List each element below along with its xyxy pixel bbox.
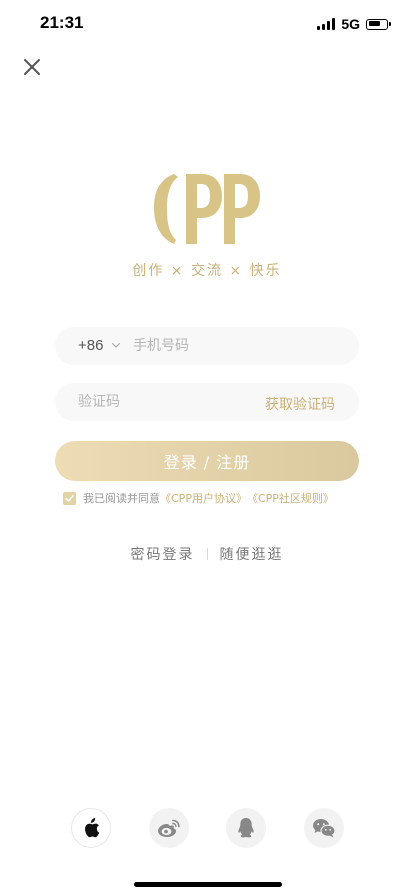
agreement-text: 我已阅读并同意 xyxy=(83,492,160,505)
get-code-button[interactable]: 获取验证码 xyxy=(265,394,335,414)
wechat-icon xyxy=(313,819,336,838)
verification-code-field: 获取验证码 xyxy=(55,383,359,421)
password-login-link[interactable]: 密码登录 xyxy=(131,544,195,564)
weibo-login-button[interactable] xyxy=(149,808,189,848)
divider xyxy=(206,548,208,560)
apple-login-button[interactable] xyxy=(71,808,111,848)
verification-code-input[interactable] xyxy=(78,383,248,421)
login-register-label: 登录 / 注册 xyxy=(163,453,251,472)
check-icon xyxy=(65,494,74,502)
wechat-login-button[interactable] xyxy=(304,808,344,848)
qq-login-button[interactable] xyxy=(226,808,266,848)
signal-icon xyxy=(317,18,336,30)
close-button[interactable] xyxy=(18,53,46,81)
status-time: 21:31 xyxy=(40,13,84,32)
home-indicator xyxy=(134,882,282,887)
network-label: 5G xyxy=(341,16,360,32)
close-icon xyxy=(24,59,40,75)
community-rules-link[interactable]: 《CPP社区规则》 xyxy=(247,490,334,506)
country-code-selector[interactable]: +86 xyxy=(78,337,103,354)
chevron-down-icon[interactable] xyxy=(111,340,121,350)
qq-icon xyxy=(238,818,254,838)
cpp-logo xyxy=(154,174,260,244)
weibo-icon xyxy=(158,819,180,837)
agreement-row: 我已阅读并同意 《CPP用户协议》 《CPP社区规则》 xyxy=(63,490,334,506)
browse-link[interactable]: 随便逛逛 xyxy=(220,544,284,564)
apple-icon xyxy=(85,818,100,838)
agreement-checkbox[interactable] xyxy=(63,491,76,505)
battery-icon xyxy=(366,18,391,30)
alt-actions: 密码登录 随便逛逛 xyxy=(0,544,414,564)
login-register-button[interactable]: 登录 / 注册 xyxy=(55,441,359,481)
status-bar: 21:31 5G xyxy=(0,0,414,48)
phone-field: +86 xyxy=(55,327,359,365)
phone-input[interactable] xyxy=(133,327,343,365)
social-login-row xyxy=(0,808,414,848)
user-agreement-link[interactable]: 《CPP用户协议》 xyxy=(160,490,247,506)
slogan: 创作 × 交流 × 快乐 xyxy=(132,263,282,279)
status-indicators: 5G xyxy=(317,16,391,32)
